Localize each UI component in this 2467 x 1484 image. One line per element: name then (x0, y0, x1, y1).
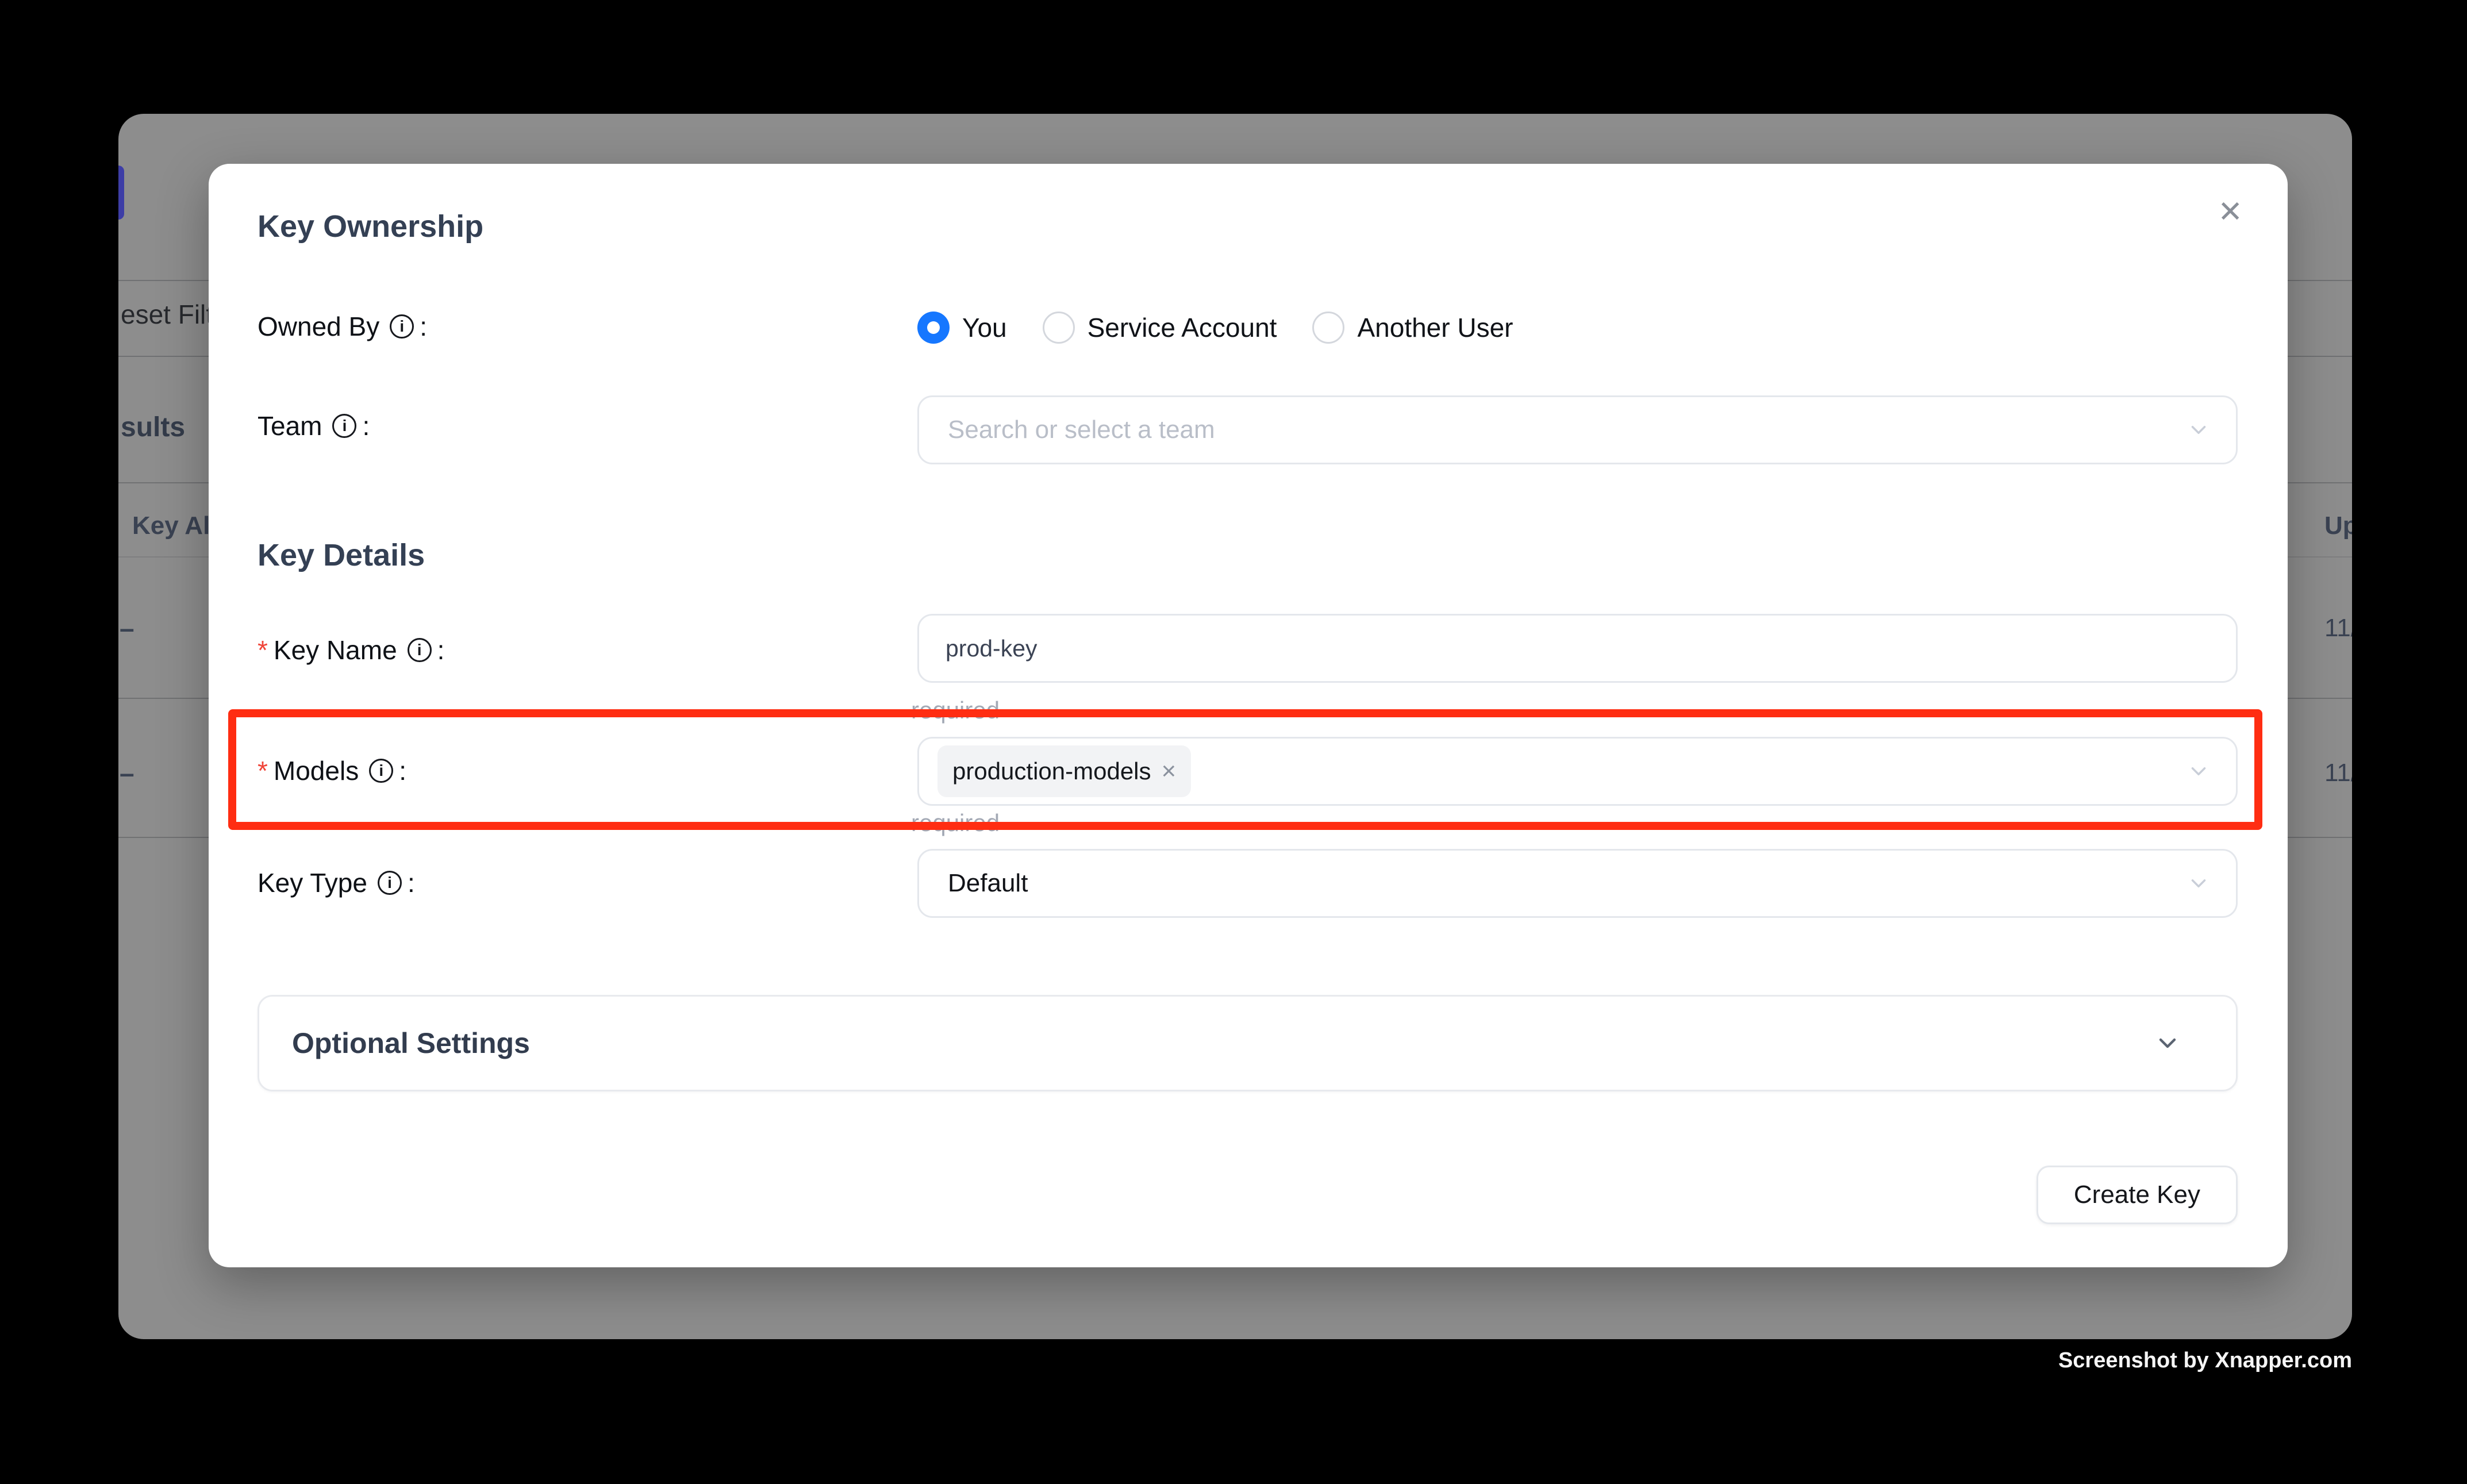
info-icon: i (408, 638, 432, 662)
label-colon: : (399, 758, 406, 784)
radio-unselected-icon[interactable] (1043, 312, 1075, 344)
chevron-down-icon (2154, 1029, 2181, 1057)
close-icon[interactable]: ✕ (2218, 197, 2243, 227)
info-icon: i (390, 314, 414, 339)
team-select-placeholder: Search or select a team (948, 416, 1215, 444)
optional-settings-accordion[interactable]: Optional Settings (258, 995, 2238, 1091)
required-asterisk: * (258, 637, 268, 663)
chevron-down-icon (2187, 759, 2211, 783)
table-row-cell: – (120, 758, 135, 789)
models-label: * Models i : (258, 758, 406, 784)
remove-tag-icon[interactable]: × (1162, 759, 1177, 784)
results-count-fragment: sults (121, 412, 185, 443)
label-colon: : (420, 313, 427, 340)
selected-model-tag-label: production-models (952, 758, 1151, 785)
radio-unselected-icon[interactable] (1312, 312, 1344, 344)
radio-owned-by-you[interactable]: You (917, 312, 1007, 344)
key-type-label-text: Key Type (258, 870, 367, 896)
create-key-modal: Key Ownership ✕ Owned By i : You Service… (209, 164, 2288, 1267)
required-asterisk: * (258, 758, 268, 784)
table-header-updated: Up (2324, 512, 2352, 540)
radio-selected-icon[interactable] (917, 312, 950, 344)
table-row-cell: 11/ (2324, 759, 2352, 787)
background-indigo-button-fragment (118, 166, 124, 220)
key-type-selected-value: Default (948, 869, 1028, 898)
table-row-cell: 11/ (2324, 614, 2352, 643)
create-key-button[interactable]: Create Key (2036, 1166, 2238, 1224)
models-label-text: Models (274, 758, 359, 784)
key-name-validation-message: required (911, 697, 1000, 724)
radio-label: Service Account (1088, 312, 1277, 343)
radio-label: Another User (1357, 312, 1513, 343)
key-details-heading: Key Details (258, 537, 425, 573)
table-row-cell: – (120, 613, 135, 644)
screenshot-canvas: eset Filt sults Key Alia Up – 11/ – 11/ … (0, 0, 2467, 1484)
key-name-label: * Key Name i : (258, 637, 444, 663)
team-label: Team i : (258, 413, 370, 439)
optional-settings-heading: Optional Settings (292, 1027, 530, 1060)
chevron-down-icon (2187, 871, 2211, 895)
info-icon: i (369, 759, 393, 783)
watermark-text: Screenshot by Xnapper.com (2058, 1348, 2352, 1373)
models-multiselect[interactable]: production-models × (917, 737, 2238, 806)
radio-label: You (962, 312, 1007, 343)
reset-filters-button-fragment: eset Filt (121, 299, 213, 330)
key-type-label: Key Type i : (258, 870, 415, 896)
label-colon: : (437, 637, 445, 663)
key-name-label-text: Key Name (274, 637, 397, 663)
radio-owned-by-another-user[interactable]: Another User (1312, 312, 1513, 344)
key-type-select[interactable]: Default (917, 849, 2238, 918)
info-icon: i (378, 871, 402, 895)
key-name-input[interactable] (917, 614, 2238, 683)
label-colon: : (362, 413, 370, 439)
team-label-text: Team (258, 413, 322, 439)
owned-by-label: Owned By i : (258, 313, 427, 340)
owned-by-label-text: Owned By (258, 313, 379, 340)
chevron-down-icon (2187, 418, 2211, 442)
modal-title: Key Ownership (258, 209, 483, 244)
selected-model-tag: production-models × (937, 745, 1191, 797)
radio-owned-by-service-account[interactable]: Service Account (1043, 312, 1277, 344)
info-icon: i (332, 414, 356, 438)
models-validation-message: required (911, 809, 1000, 837)
owned-by-radio-group: You Service Account Another User (917, 312, 1513, 344)
team-select[interactable]: Search or select a team (917, 395, 2238, 464)
label-colon: : (408, 870, 415, 896)
